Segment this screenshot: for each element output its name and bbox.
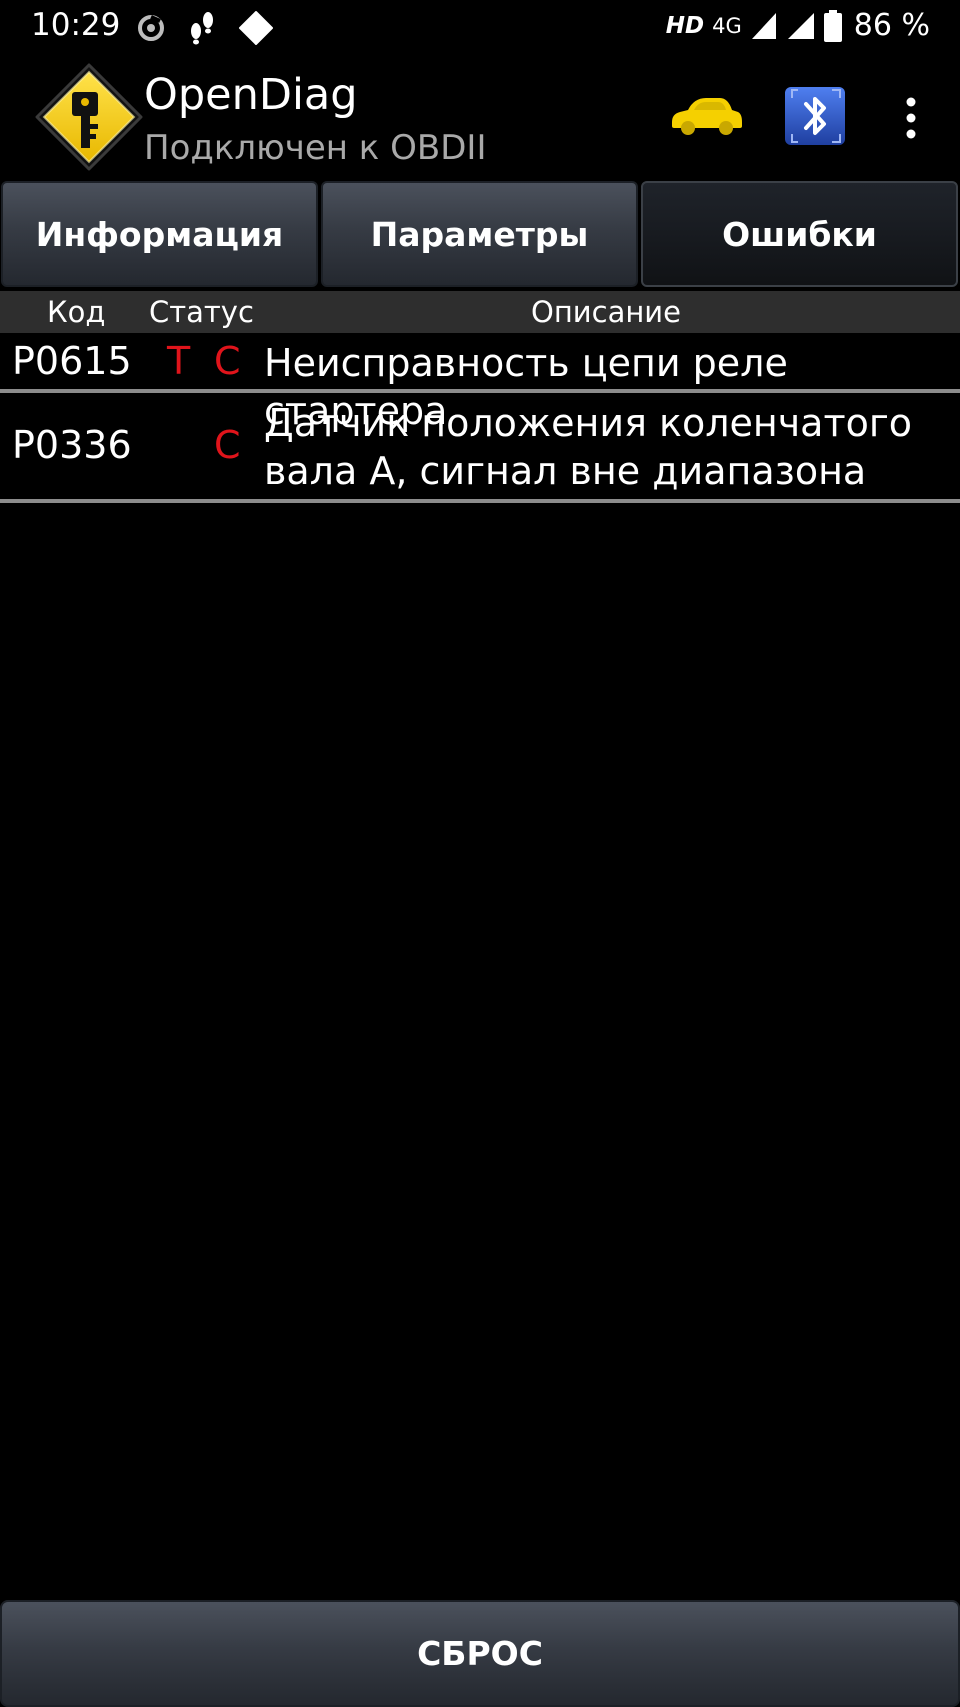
status-c: C <box>214 339 241 383</box>
key-warning-sign-icon <box>35 63 143 171</box>
sync-icon <box>138 15 164 41</box>
tab-bar: Информация Параметры Ошибки <box>0 181 960 289</box>
diamond-icon <box>239 11 273 45</box>
table-row[interactable]: P0336 C Датчик положения коленчатого вал… <box>0 397 960 503</box>
battery-icon <box>823 9 842 42</box>
app-bar: OpenDiag Подключен к OBDII <box>0 56 960 178</box>
steps-icon <box>191 12 213 45</box>
header-description: Описание <box>531 295 681 329</box>
status-c: C <box>214 423 241 467</box>
hd-indicator: HD <box>665 12 705 39</box>
status-time: 10:29 <box>31 7 121 43</box>
tab-errors[interactable]: Ошибки <box>641 181 958 287</box>
reset-button[interactable]: СБРОС <box>0 1600 960 1707</box>
bluetooth-adapter-icon[interactable] <box>784 86 846 146</box>
tab-parameters[interactable]: Параметры <box>321 181 638 287</box>
wifi-signal-icon <box>787 12 814 39</box>
tab-info[interactable]: Информация <box>1 181 318 287</box>
status-t: T <box>167 339 191 383</box>
header-code: Код <box>47 295 106 329</box>
signal-icon <box>751 12 776 39</box>
status-left-icons <box>136 10 274 46</box>
battery-percent: 86 % <box>853 8 930 43</box>
table-header: Код Статус Описание <box>0 291 960 333</box>
network-type: 4G <box>712 13 742 38</box>
table-row[interactable]: P0615 T C Неисправность цепи реле старте… <box>0 333 960 433</box>
car-icon[interactable] <box>668 92 744 138</box>
error-code: P0615 <box>12 339 132 383</box>
error-code: P0336 <box>12 423 132 467</box>
connection-status: Подключен к OBDII <box>144 128 487 168</box>
overflow-menu-icon[interactable] <box>894 96 928 140</box>
error-description: Датчик положения коленчатого вала А, сиг… <box>264 401 913 493</box>
header-status: Статус <box>149 295 254 329</box>
status-bar: 10:29 HD 4G 86 % <box>0 0 960 56</box>
status-right-icons: HD 4G 86 % <box>666 8 930 43</box>
app-title: OpenDiag <box>144 70 358 120</box>
